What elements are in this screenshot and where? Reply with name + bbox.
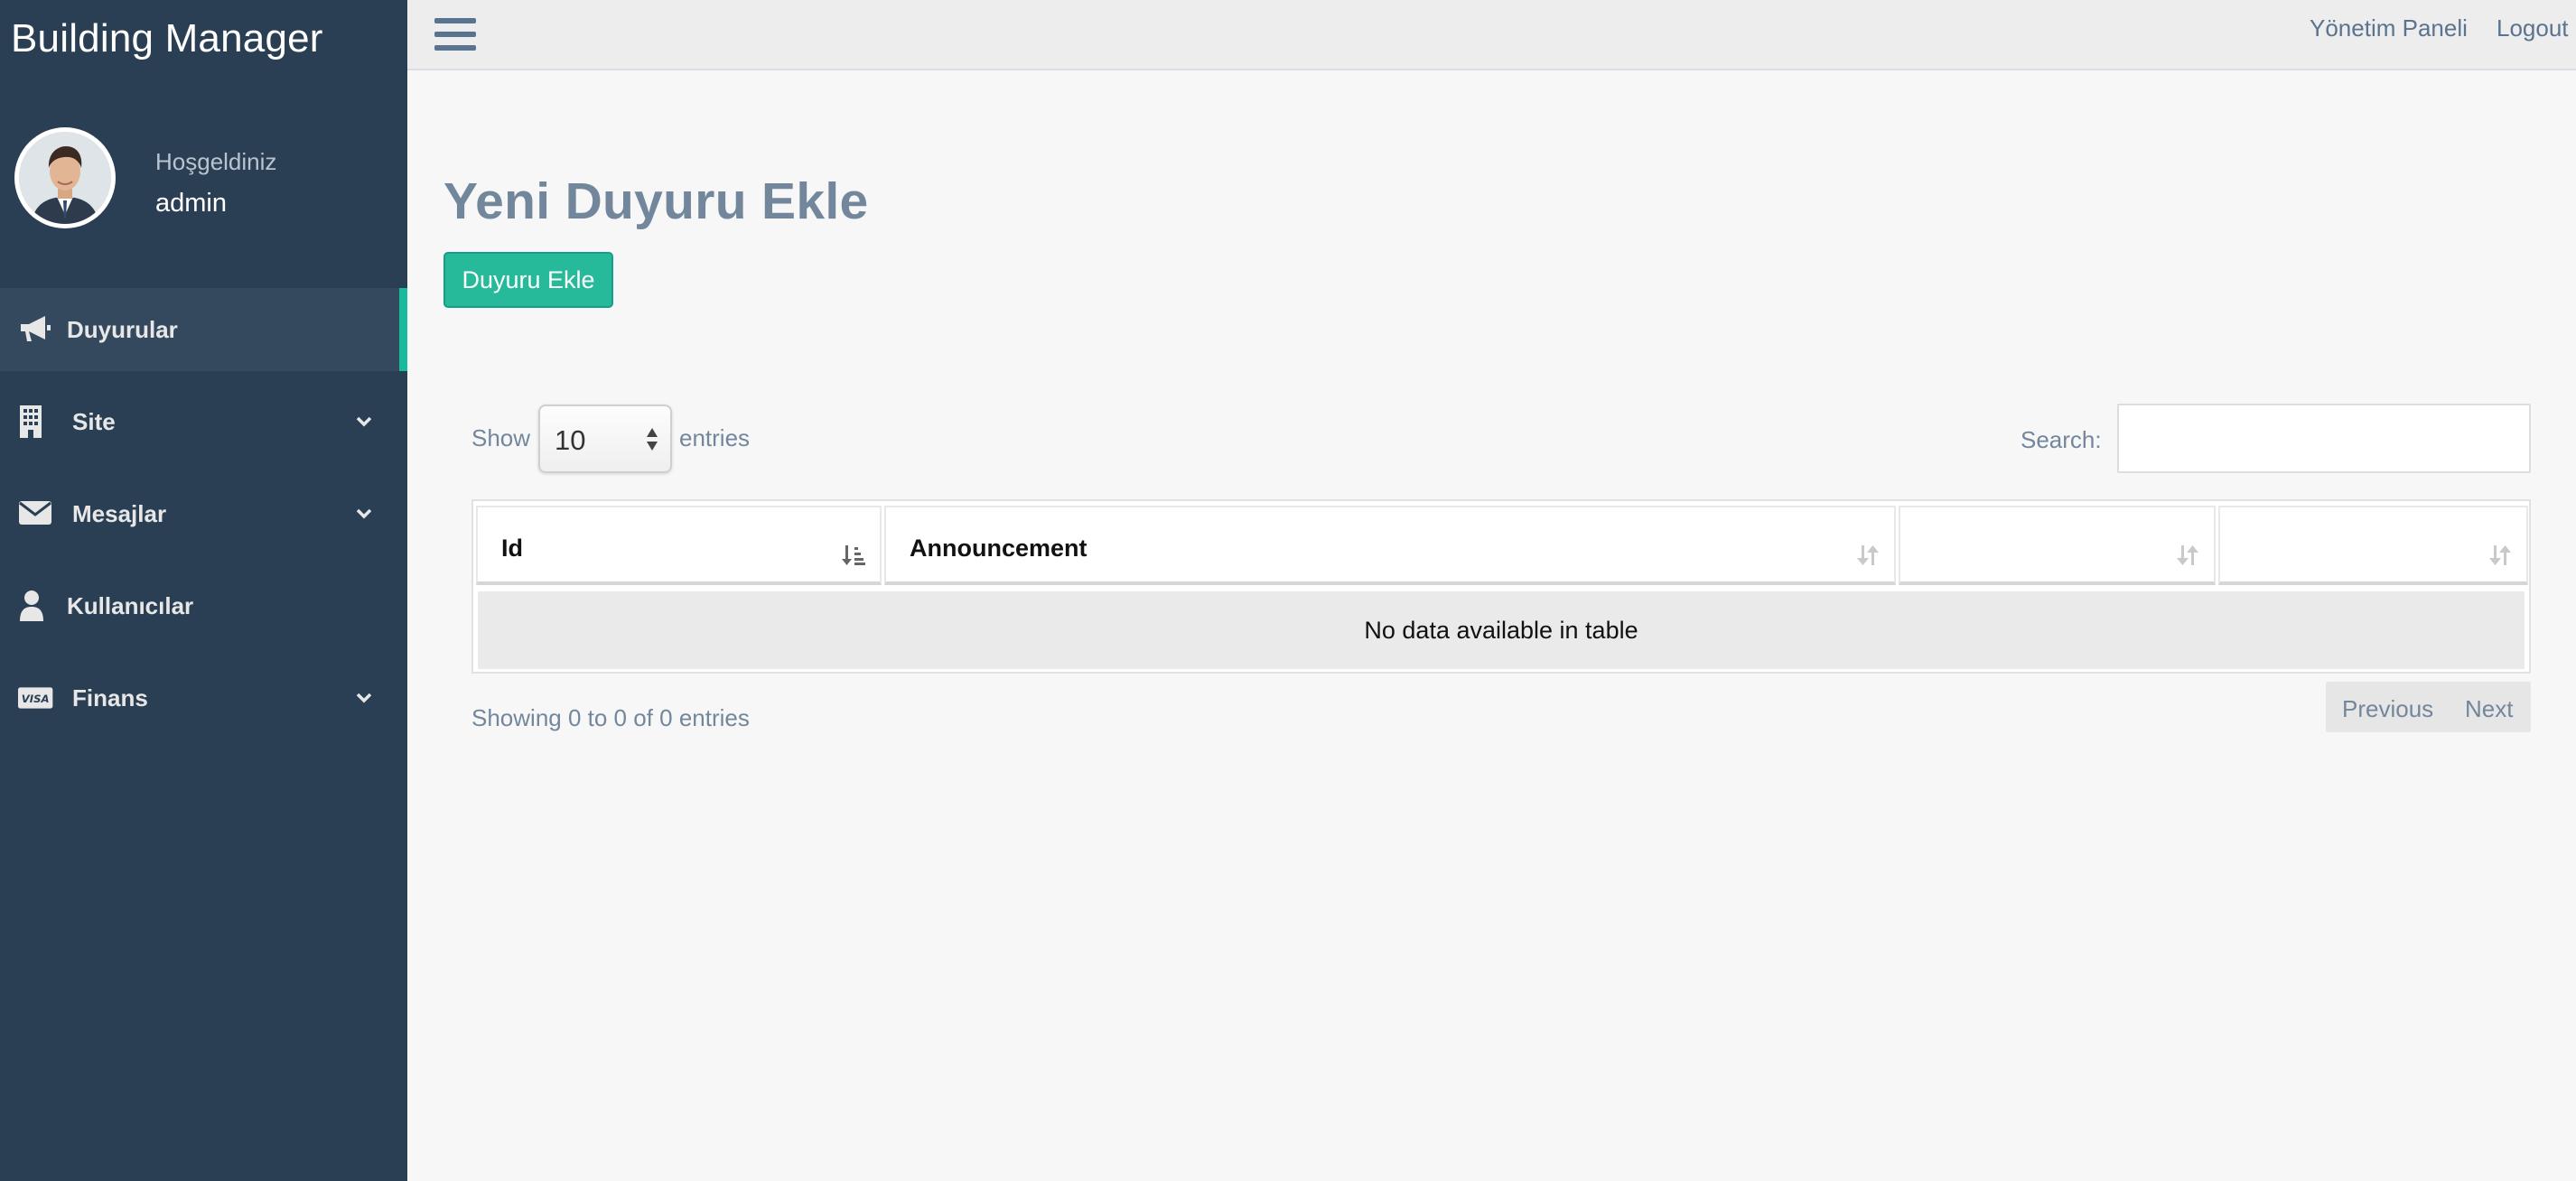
column-header-id[interactable]: Id [476,506,882,585]
building-icon [20,405,42,438]
chevron-down-icon [356,508,372,519]
logout-link[interactable]: Logout [2497,14,2569,42]
empty-table-row: No data available in table [478,591,2525,669]
add-announcement-button[interactable]: Duyuru Ekle [443,252,613,308]
bullhorn-icon [21,316,51,341]
sidebar: Building Manager Hoşgeldiniz admin Duyur… [0,0,407,1181]
select-arrows-icon [647,428,658,451]
username: admin [155,189,227,218]
brand-title[interactable]: Building Manager [0,0,407,78]
pagination: Previous Next [2326,682,2531,732]
entries-label: entries [679,424,751,451]
visa-card-icon: VISA [18,687,53,709]
chevron-down-icon [356,416,372,427]
sidebar-item-label: Site [72,407,116,435]
page-length-select[interactable]: 10 [538,405,672,473]
svg-text:VISA: VISA [22,693,50,705]
search-input[interactable] [2117,404,2531,473]
sidebar-item-kullanicilar[interactable]: Kullanıcılar [0,564,407,647]
sidebar-item-duyurular[interactable]: Duyurular [0,288,407,371]
announcements-table: Id Announcement No data available in tab… [471,499,2531,674]
page-title: Yeni Duyuru Ekle [443,172,869,230]
show-label: Show [471,424,531,451]
column-header-3[interactable] [1899,506,2216,585]
sidebar-item-label: Finans [72,683,148,711]
envelope-icon [19,501,51,525]
chevron-down-icon [356,693,372,703]
sidebar-item-label: Duyurular [67,315,178,343]
next-page-button[interactable]: Next [2465,695,2513,723]
table-info: Showing 0 to 0 of 0 entries [471,704,750,731]
page-length-value: 10 [555,424,586,456]
sort-icon [1857,545,1879,565]
sort-ascending-icon [842,545,865,565]
column-header-announcement[interactable]: Announcement [884,506,1896,585]
sort-icon [2489,545,2511,565]
top-navbar: Yönetim Paneli Logout [407,0,2576,70]
search-label: Search: [2021,426,2102,453]
sidebar-nav: Duyurular Site Mesajlar Kullanıcılar VIS… [0,288,407,749]
sidebar-item-label: Kullanıcılar [67,591,194,619]
sidebar-item-mesajlar[interactable]: Mesajlar [0,472,407,555]
hamburger-menu-icon[interactable] [434,18,476,54]
sidebar-item-finans[interactable]: VISA Finans [0,656,407,739]
sidebar-item-site[interactable]: Site [0,380,407,463]
sort-icon [2177,545,2198,565]
column-header-4[interactable] [2218,506,2528,585]
sidebar-item-label: Mesajlar [72,499,167,527]
previous-page-button[interactable]: Previous [2342,695,2433,723]
avatar [14,127,116,228]
user-icon [20,590,43,621]
profile-panel: Hoşgeldiniz admin [0,78,407,285]
welcome-text: Hoşgeldiniz [155,148,277,175]
admin-panel-link[interactable]: Yönetim Paneli [2310,14,2468,42]
